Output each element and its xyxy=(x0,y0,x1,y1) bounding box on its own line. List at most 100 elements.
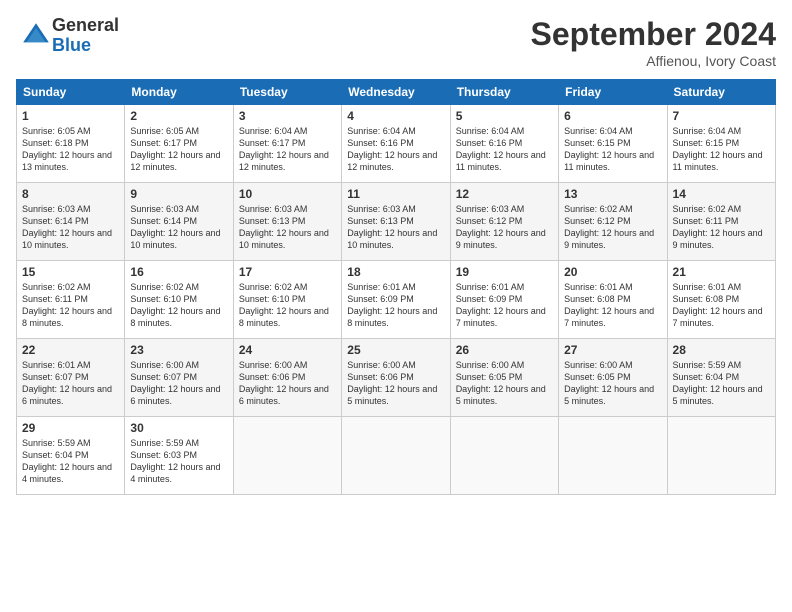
day-number: 27 xyxy=(564,343,661,357)
day-number: 8 xyxy=(22,187,119,201)
day-info: Sunrise: 6:05 AMSunset: 6:17 PMDaylight:… xyxy=(130,125,227,174)
logo-general: General xyxy=(52,16,119,36)
calendar-cell: 30 Sunrise: 5:59 AMSunset: 6:03 PMDayligh… xyxy=(125,417,233,495)
title-block: September 2024 Affienou, Ivory Coast xyxy=(531,16,776,69)
calendar-week-row: 1 Sunrise: 6:05 AMSunset: 6:18 PMDaylight… xyxy=(17,105,776,183)
day-info: Sunrise: 6:01 AMSunset: 6:09 PMDaylight:… xyxy=(347,281,444,330)
logo: General Blue xyxy=(16,16,119,56)
day-number: 18 xyxy=(347,265,444,279)
calendar-cell: 12 Sunrise: 6:03 AMSunset: 6:12 PMDayligh… xyxy=(450,183,558,261)
calendar-cell: 22Sunrise: 6:01 AMSunset: 6:07 PMDayligh… xyxy=(17,339,125,417)
day-number: 30 xyxy=(130,421,227,435)
calendar-cell: 29 Sunrise: 5:59 AMSunset: 6:04 PMDayligh… xyxy=(17,417,125,495)
calendar-cell: 16Sunrise: 6:02 AMSunset: 6:10 PMDayligh… xyxy=(125,261,233,339)
calendar-cell: 26 Sunrise: 6:00 AMSunset: 6:05 PMDayligh… xyxy=(450,339,558,417)
page: General Blue September 2024 Affienou, Iv… xyxy=(0,0,792,612)
calendar-cell: 3Sunrise: 6:04 AMSunset: 6:17 PMDaylight… xyxy=(233,105,341,183)
calendar-cell: 18 Sunrise: 6:01 AMSunset: 6:09 PMDayligh… xyxy=(342,261,450,339)
day-info: Sunrise: 6:00 AMSunset: 6:06 PMDaylight:… xyxy=(347,359,444,408)
calendar-cell: 14Sunrise: 6:02 AMSunset: 6:11 PMDayligh… xyxy=(667,183,775,261)
calendar-cell xyxy=(233,417,341,495)
day-info: Sunrise: 5:59 AMSunset: 6:04 PMDaylight:… xyxy=(673,359,770,408)
day-info: Sunrise: 6:02 AMSunset: 6:10 PMDaylight:… xyxy=(239,281,336,330)
day-number: 11 xyxy=(347,187,444,201)
day-info: Sunrise: 6:04 AMSunset: 6:16 PMDaylight:… xyxy=(347,125,444,174)
day-info: Sunrise: 6:00 AMSunset: 6:05 PMDaylight:… xyxy=(564,359,661,408)
day-info: Sunrise: 6:04 AMSunset: 6:15 PMDaylight:… xyxy=(673,125,770,174)
calendar-cell: 19Sunrise: 6:01 AMSunset: 6:09 PMDayligh… xyxy=(450,261,558,339)
day-info: Sunrise: 6:00 AMSunset: 6:05 PMDaylight:… xyxy=(456,359,553,408)
day-info: Sunrise: 6:02 AMSunset: 6:11 PMDaylight:… xyxy=(22,281,119,330)
calendar-header-monday: Monday xyxy=(125,80,233,105)
day-number: 10 xyxy=(239,187,336,201)
calendar-cell: 2 Sunrise: 6:05 AMSunset: 6:17 PMDaylight… xyxy=(125,105,233,183)
day-number: 12 xyxy=(456,187,553,201)
day-number: 23 xyxy=(130,343,227,357)
day-info: Sunrise: 5:59 AMSunset: 6:03 PMDaylight:… xyxy=(130,437,227,486)
calendar-cell: 11 Sunrise: 6:03 AMSunset: 6:13 PMDayligh… xyxy=(342,183,450,261)
day-number: 5 xyxy=(456,109,553,123)
day-info: Sunrise: 6:03 AMSunset: 6:14 PMDaylight:… xyxy=(130,203,227,252)
calendar-cell: 23 Sunrise: 6:00 AMSunset: 6:07 PMDayligh… xyxy=(125,339,233,417)
calendar-cell: 5Sunrise: 6:04 AMSunset: 6:16 PMDaylight… xyxy=(450,105,558,183)
day-info: Sunrise: 6:01 AMSunset: 6:08 PMDaylight:… xyxy=(564,281,661,330)
day-number: 13 xyxy=(564,187,661,201)
day-number: 6 xyxy=(564,109,661,123)
calendar-cell xyxy=(342,417,450,495)
day-info: Sunrise: 6:02 AMSunset: 6:12 PMDaylight:… xyxy=(564,203,661,252)
day-number: 4 xyxy=(347,109,444,123)
day-info: Sunrise: 6:00 AMSunset: 6:06 PMDaylight:… xyxy=(239,359,336,408)
calendar-cell: 4 Sunrise: 6:04 AMSunset: 6:16 PMDaylight… xyxy=(342,105,450,183)
calendar-cell: 7 Sunrise: 6:04 AMSunset: 6:15 PMDaylight… xyxy=(667,105,775,183)
calendar-header-sunday: Sunday xyxy=(17,80,125,105)
day-number: 29 xyxy=(22,421,119,435)
day-number: 14 xyxy=(673,187,770,201)
calendar-cell: 24 Sunrise: 6:00 AMSunset: 6:06 PMDayligh… xyxy=(233,339,341,417)
day-number: 25 xyxy=(347,343,444,357)
calendar-cell: 15 Sunrise: 6:02 AMSunset: 6:11 PMDayligh… xyxy=(17,261,125,339)
day-info: Sunrise: 5:59 AMSunset: 6:04 PMDaylight:… xyxy=(22,437,119,486)
day-number: 2 xyxy=(130,109,227,123)
logo-text: General Blue xyxy=(52,16,119,56)
day-info: Sunrise: 6:03 AMSunset: 6:13 PMDaylight:… xyxy=(239,203,336,252)
calendar-cell: 6Sunrise: 6:04 AMSunset: 6:15 PMDaylight… xyxy=(559,105,667,183)
calendar-header-wednesday: Wednesday xyxy=(342,80,450,105)
calendar-cell xyxy=(559,417,667,495)
calendar-table: SundayMondayTuesdayWednesdayThursdayFrid… xyxy=(16,79,776,495)
day-info: Sunrise: 6:05 AMSunset: 6:18 PMDaylight:… xyxy=(22,125,119,174)
logo-blue: Blue xyxy=(52,36,119,56)
calendar-header-tuesday: Tuesday xyxy=(233,80,341,105)
calendar-header-row: SundayMondayTuesdayWednesdayThursdayFrid… xyxy=(17,80,776,105)
day-info: Sunrise: 6:01 AMSunset: 6:07 PMDaylight:… xyxy=(22,359,119,408)
calendar-header-saturday: Saturday xyxy=(667,80,775,105)
calendar-week-row: 29 Sunrise: 5:59 AMSunset: 6:04 PMDayligh… xyxy=(17,417,776,495)
day-number: 1 xyxy=(22,109,119,123)
calendar-cell: 17Sunrise: 6:02 AMSunset: 6:10 PMDayligh… xyxy=(233,261,341,339)
calendar-cell: 28Sunrise: 5:59 AMSunset: 6:04 PMDayligh… xyxy=(667,339,775,417)
calendar-week-row: 15 Sunrise: 6:02 AMSunset: 6:11 PMDayligh… xyxy=(17,261,776,339)
calendar-cell: 27 Sunrise: 6:00 AMSunset: 6:05 PMDayligh… xyxy=(559,339,667,417)
header: General Blue September 2024 Affienou, Iv… xyxy=(16,16,776,69)
location: Affienou, Ivory Coast xyxy=(531,53,776,69)
calendar-cell: 13 Sunrise: 6:02 AMSunset: 6:12 PMDayligh… xyxy=(559,183,667,261)
day-info: Sunrise: 6:01 AMSunset: 6:08 PMDaylight:… xyxy=(673,281,770,330)
day-number: 15 xyxy=(22,265,119,279)
day-info: Sunrise: 6:03 AMSunset: 6:14 PMDaylight:… xyxy=(22,203,119,252)
calendar-header-thursday: Thursday xyxy=(450,80,558,105)
calendar-cell: 20Sunrise: 6:01 AMSunset: 6:08 PMDayligh… xyxy=(559,261,667,339)
day-info: Sunrise: 6:03 AMSunset: 6:13 PMDaylight:… xyxy=(347,203,444,252)
day-info: Sunrise: 6:00 AMSunset: 6:07 PMDaylight:… xyxy=(130,359,227,408)
day-info: Sunrise: 6:04 AMSunset: 6:17 PMDaylight:… xyxy=(239,125,336,174)
calendar-cell: 21Sunrise: 6:01 AMSunset: 6:08 PMDayligh… xyxy=(667,261,775,339)
day-info: Sunrise: 6:01 AMSunset: 6:09 PMDaylight:… xyxy=(456,281,553,330)
calendar-body: 1 Sunrise: 6:05 AMSunset: 6:18 PMDaylight… xyxy=(17,105,776,495)
calendar-cell xyxy=(667,417,775,495)
calendar-header-friday: Friday xyxy=(559,80,667,105)
calendar-week-row: 8 Sunrise: 6:03 AMSunset: 6:14 PMDaylight… xyxy=(17,183,776,261)
day-info: Sunrise: 6:03 AMSunset: 6:12 PMDaylight:… xyxy=(456,203,553,252)
day-number: 24 xyxy=(239,343,336,357)
day-number: 9 xyxy=(130,187,227,201)
calendar-cell: 9 Sunrise: 6:03 AMSunset: 6:14 PMDaylight… xyxy=(125,183,233,261)
day-number: 26 xyxy=(456,343,553,357)
day-number: 7 xyxy=(673,109,770,123)
